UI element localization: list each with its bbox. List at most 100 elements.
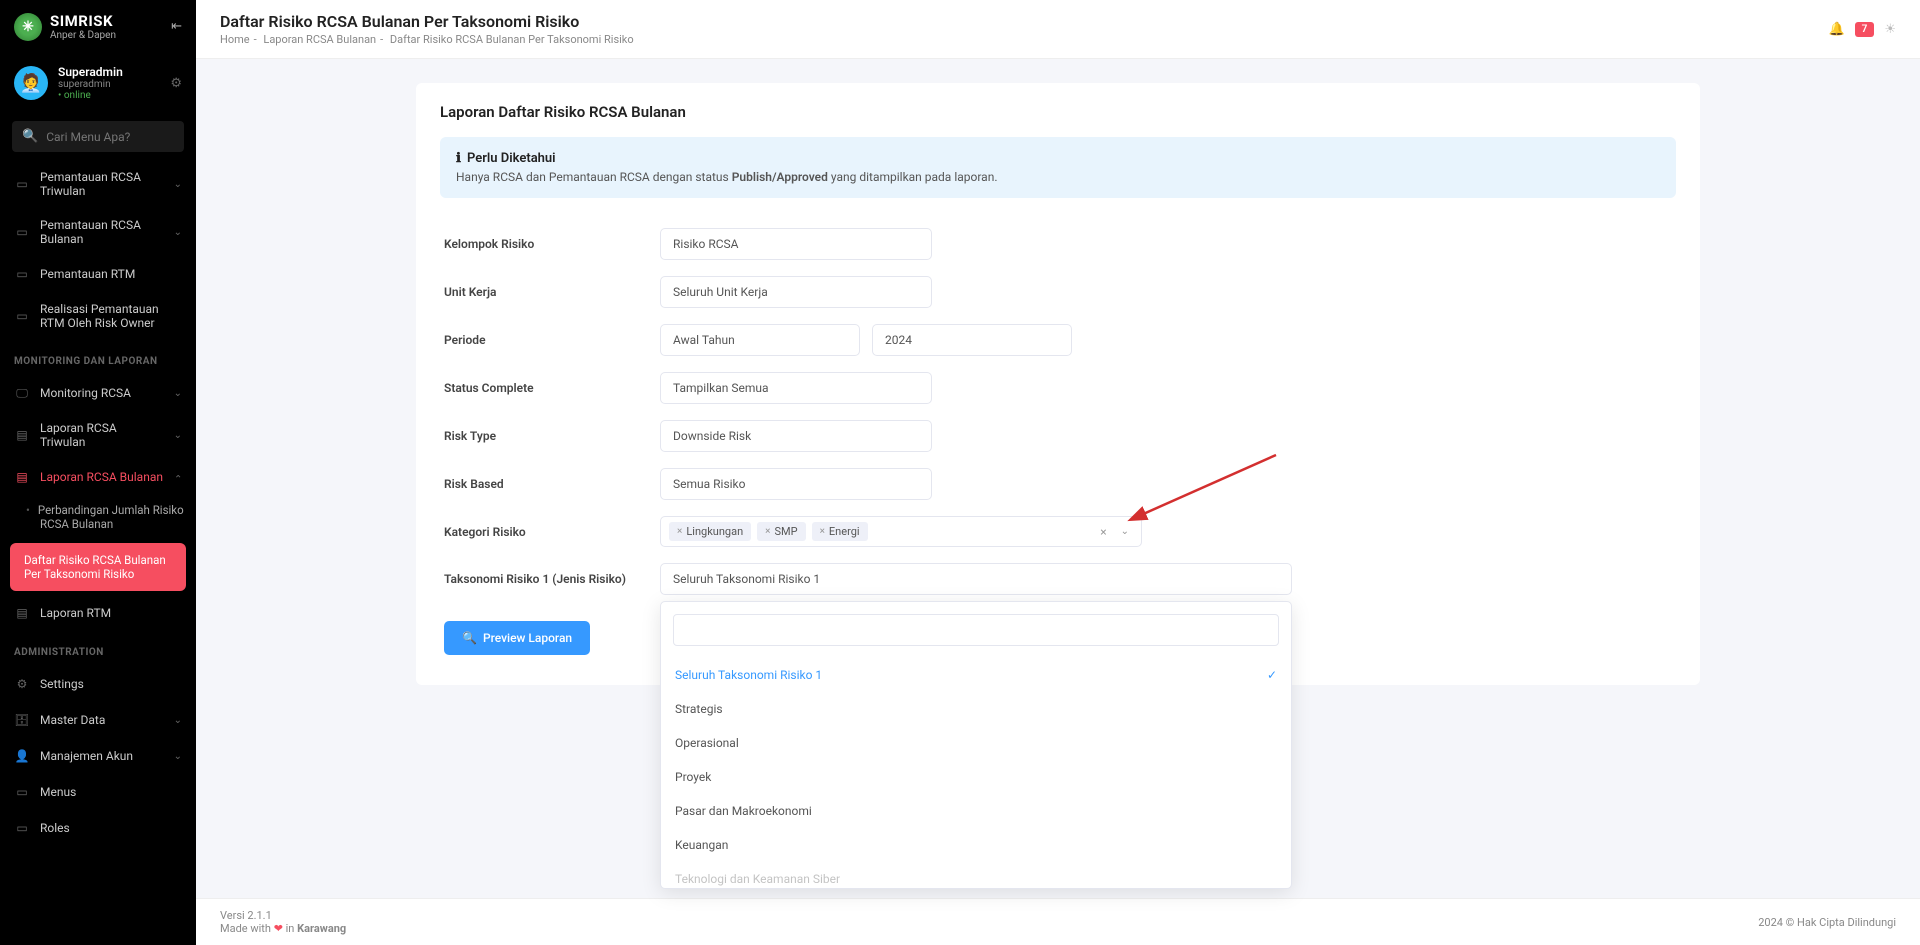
monitor-icon: 🖵: [14, 385, 30, 401]
card-icon: ▭: [14, 266, 30, 282]
search-input[interactable]: [46, 130, 196, 144]
tag-smp[interactable]: ×SMP: [757, 522, 805, 541]
tag-remove-icon[interactable]: ×: [765, 526, 770, 537]
nav-laporan-triwulan[interactable]: ▤Laporan RCSA Triwulan⌄: [0, 411, 196, 459]
gear-icon[interactable]: ⚙: [170, 76, 182, 91]
nav-pemantauan-triwulan[interactable]: ▭Pemantauan RCSA Triwulan⌄: [0, 160, 196, 208]
user-icon: 👤: [14, 748, 30, 764]
user-login: superadmin: [58, 79, 123, 90]
nav-pemantauan-bulanan[interactable]: ▭Pemantauan RCSA Bulanan⌄: [0, 208, 196, 256]
card-icon: ▭: [14, 308, 30, 324]
collapse-sidebar-icon[interactable]: ⇤: [171, 19, 182, 34]
sun-icon[interactable]: ☀: [1884, 22, 1896, 37]
label-kategori: Kategori Risiko: [444, 525, 660, 539]
dropdown-option[interactable]: Strategis: [661, 692, 1291, 726]
search-box[interactable]: 🔍: [12, 121, 184, 152]
dropdown-option[interactable]: Operasional: [661, 726, 1291, 760]
main: Daftar Risiko RCSA Bulanan Per Taksonomi…: [196, 0, 1920, 945]
footer-version: Versi 2.1.1: [220, 909, 346, 922]
menu-icon: ▭: [14, 784, 30, 800]
clear-all-icon[interactable]: ×: [1096, 525, 1110, 539]
nav-monitoring-rcsa[interactable]: 🖵Monitoring RCSA⌄: [0, 375, 196, 411]
dropdown-option[interactable]: Proyek: [661, 760, 1291, 794]
avatar[interactable]: 🧑‍💼: [14, 66, 48, 100]
crumb-home[interactable]: Home: [220, 33, 250, 46]
dropdown-list: Seluruh Taksonomi Risiko 1✓ Strategis Op…: [661, 658, 1291, 888]
label-taksonomi: Taksonomi Risiko 1 (Jenis Risiko): [444, 572, 660, 586]
dropdown-option[interactable]: Teknologi dan Keamanan Siber: [661, 862, 1291, 888]
role-icon: ▭: [14, 820, 30, 836]
dropdown-option[interactable]: Pasar dan Makroekonomi: [661, 794, 1291, 828]
select-taksonomi[interactable]: Seluruh Taksonomi Risiko 1: [660, 563, 1292, 595]
bell-icon[interactable]: 🔔: [1828, 22, 1844, 37]
nav-realisasi-rtm[interactable]: ▭Realisasi Pemantauan RTM Oleh Risk Owne…: [0, 292, 196, 340]
dropdown-search-input[interactable]: [673, 614, 1279, 646]
card-icon: ▭: [14, 224, 30, 240]
user-box: 🧑‍💼 Superadmin superadmin • online ⚙: [0, 53, 196, 113]
label-kelompok: Kelompok Risiko: [444, 237, 660, 251]
info-title: Perlu Diketahui: [467, 151, 556, 166]
brand: ✳ SIMRISK Anper & Dapen ⇤: [0, 0, 196, 53]
tag-lingkungan[interactable]: ×Lingkungan: [669, 522, 751, 541]
label-riskbased: Risk Based: [444, 477, 660, 491]
topbar: Daftar Risiko RCSA Bulanan Per Taksonomi…: [196, 0, 1920, 59]
footer-made: Made with ❤ in Karawang: [220, 922, 346, 935]
tag-remove-icon[interactable]: ×: [677, 526, 682, 537]
chevron-up-icon: ⌄: [174, 472, 182, 483]
report-card: Laporan Daftar Risiko RCSA Bulanan ℹPerl…: [416, 83, 1700, 685]
label-status: Status Complete: [444, 381, 660, 395]
nav-menus[interactable]: ▭Menus: [0, 774, 196, 810]
gear-icon: ⚙: [14, 676, 30, 692]
preview-button[interactable]: 🔍Preview Laporan: [444, 621, 590, 655]
info-box: ℹ Perlu Diketahui Hanya RCSA dan Pemantau…: [440, 137, 1676, 198]
tag-remove-icon[interactable]: ×: [820, 526, 825, 537]
breadcrumb: Home- Laporan RCSA Bulanan- Daftar Risik…: [220, 33, 634, 46]
heart-icon: ❤: [274, 922, 283, 935]
report-icon: ▤: [14, 605, 30, 621]
report-icon: ▤: [14, 427, 30, 443]
page-title: Daftar Risiko RCSA Bulanan Per Taksonomi…: [220, 12, 634, 31]
select-riskbased[interactable]: Semua Risiko: [660, 468, 932, 500]
user-status: • online: [58, 90, 123, 101]
nav-laporan-bulanan[interactable]: ▤Laporan RCSA Bulanan⌄: [0, 459, 196, 495]
chevron-down-icon[interactable]: ⌄: [1117, 526, 1133, 537]
chevron-down-icon: ⌄: [174, 751, 182, 762]
chevron-down-icon: ⌄: [174, 715, 182, 726]
info-text: Hanya RCSA dan Pemantauan RCSA dengan st…: [456, 170, 1660, 184]
content: Laporan Daftar Risiko RCSA Bulanan ℹPerl…: [196, 59, 1920, 945]
nav-master-data[interactable]: 🗄Master Data⌄: [0, 702, 196, 738]
nav-section-admin: ADMINISTRATION: [0, 631, 196, 666]
crumb-current: Daftar Risiko RCSA Bulanan Per Taksonomi…: [390, 33, 634, 46]
nav-sub-perbandingan[interactable]: Perbandingan Jumlah Risiko RCSA Bulanan: [0, 495, 196, 539]
chevron-down-icon: ⌄: [174, 430, 182, 441]
nav-manajemen-akun[interactable]: 👤Manajemen Akun⌄: [0, 738, 196, 774]
nav-roles[interactable]: ▭Roles: [0, 810, 196, 846]
nav-laporan-rtm[interactable]: ▤Laporan RTM: [0, 595, 196, 631]
chevron-down-icon: ⌄: [174, 179, 182, 190]
select-unit[interactable]: Seluruh Unit Kerja: [660, 276, 932, 308]
report-icon: ▤: [14, 469, 30, 485]
search-icon: 🔍: [22, 129, 38, 144]
notification-badge[interactable]: 7: [1855, 22, 1875, 37]
dropdown-option[interactable]: Seluruh Taksonomi Risiko 1✓: [661, 658, 1291, 692]
footer: Versi 2.1.1 Made with ❤ in Karawang 2024…: [196, 898, 1920, 945]
tag-energi[interactable]: ×Energi: [812, 522, 868, 541]
multiselect-kategori[interactable]: ×Lingkungan ×SMP ×Energi × ⌄: [660, 516, 1142, 547]
select-status[interactable]: Tampilkan Semua: [660, 372, 932, 404]
brand-logo: ✳: [14, 13, 42, 41]
nav-sub-daftar[interactable]: Daftar Risiko RCSA Bulanan Per Taksonomi…: [10, 543, 186, 591]
check-icon: ✓: [1267, 668, 1277, 682]
info-icon: ℹ: [456, 151, 461, 166]
select-risktype[interactable]: Downside Risk: [660, 420, 932, 452]
dropdown-option[interactable]: Keuangan: [661, 828, 1291, 862]
crumb-laporan[interactable]: Laporan RCSA Bulanan: [263, 33, 376, 46]
select-kelompok[interactable]: Risiko RCSA: [660, 228, 932, 260]
chevron-down-icon: ⌄: [174, 388, 182, 399]
select-periode-tahun[interactable]: 2024: [872, 324, 1072, 356]
nav-pemantauan-rtm[interactable]: ▭Pemantauan RTM: [0, 256, 196, 292]
nav-section-monitoring: MONITORING DAN LAPORAN: [0, 340, 196, 375]
card-icon: ▭: [14, 176, 30, 192]
brand-title: SIMRISK: [50, 12, 116, 30]
select-periode-awal[interactable]: Awal Tahun: [660, 324, 860, 356]
nav-settings[interactable]: ⚙Settings: [0, 666, 196, 702]
